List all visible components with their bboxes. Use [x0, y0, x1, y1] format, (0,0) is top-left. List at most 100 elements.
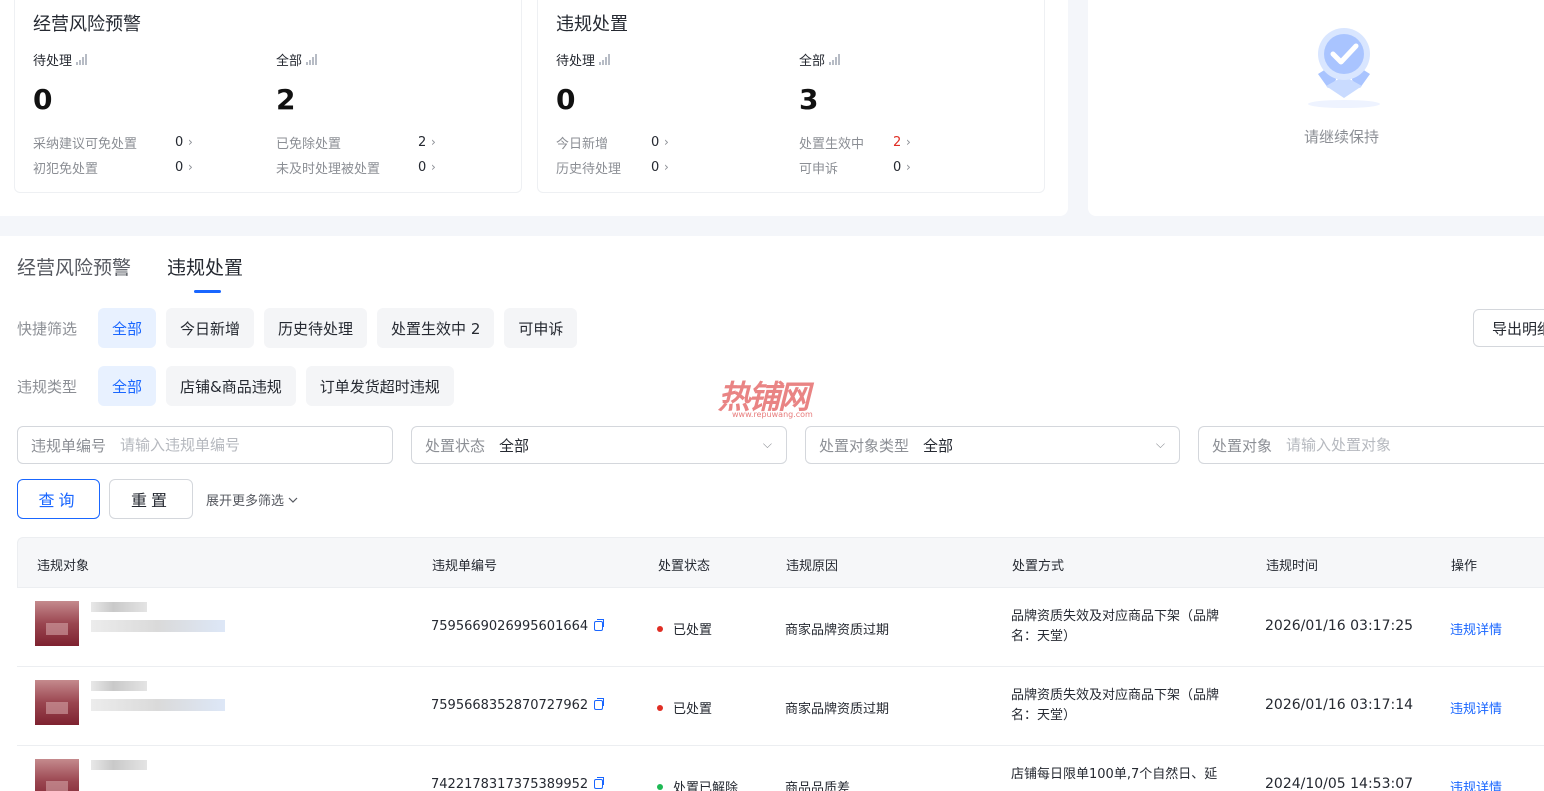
copy-icon[interactable] [594, 777, 605, 789]
sub-label: 可申诉 [799, 161, 839, 177]
column-header: 处置方式 [1012, 559, 1065, 574]
sub-value: 2 [418, 134, 427, 150]
query-button[interactable]: 查询 [17, 479, 100, 519]
tab-violation[interactable]: 违规处置 [167, 253, 243, 293]
sub-metric-row[interactable]: 未及时处理被处置 0 › [276, 158, 436, 177]
export-button[interactable]: 导出明细 [1473, 309, 1544, 347]
object-field[interactable]: 处置对象 [1198, 426, 1544, 464]
all-metric[interactable]: 全部 2 [276, 50, 516, 116]
copy-icon[interactable] [594, 619, 605, 631]
trend-icon[interactable] [306, 53, 319, 65]
sub-value: 0 [893, 159, 902, 175]
detail-link[interactable]: 违规详情 [1450, 698, 1502, 717]
order-number-text: 7595669026995601664 [431, 619, 589, 634]
sub-value: 0 [418, 159, 427, 175]
metric-value: 0 [33, 83, 53, 116]
chip-today-new[interactable]: 今日新增 [166, 308, 255, 348]
sub-label: 今日新增 [556, 136, 609, 152]
order-number: 7595668352870727962 [431, 698, 605, 713]
field-label: 处置对象类型 [819, 436, 910, 455]
blurred-detail [91, 699, 225, 711]
status-select[interactable]: 处置状态 全部 ⌵ [411, 426, 787, 464]
expand-filters-link[interactable]: 展开更多筛选 [206, 490, 298, 509]
copy-icon[interactable] [594, 698, 605, 710]
filter-label: 快捷筛选 [17, 319, 78, 338]
chevron-right-icon: › [188, 135, 193, 149]
order-no-field[interactable]: 违规单编号 [17, 426, 393, 464]
card-title: 经营风险预警 [33, 14, 141, 35]
chip-shipping-timeout[interactable]: 订单发货超时违规 [305, 366, 454, 406]
summary-panel: 经营风险预警 待处理 0 全部 2 采纳建议可免处置 0 › 初犯免处置 0 › 已免除… [0, 0, 1068, 216]
trend-icon[interactable] [599, 53, 612, 65]
all-metric[interactable]: 全部 3 [799, 50, 1039, 116]
sub-value: 0 [175, 134, 184, 150]
pending-metric[interactable]: 待处理 0 [33, 50, 273, 116]
avatar [35, 601, 79, 646]
chevron-down-icon: ⌵ [1155, 437, 1165, 451]
time-cell: 2026/01/16 03:17:25 [1265, 618, 1414, 634]
column-header: 违规对象 [37, 559, 90, 574]
object-type-select[interactable]: 处置对象类型 全部 ⌵ [805, 426, 1180, 464]
main-content: 经营风险预警 违规处置 快捷筛选 全部 今日新增 历史待处理 处置生效中 2 可… [0, 236, 1544, 791]
metric-label: 待处理 [556, 53, 596, 69]
chip-history-pending[interactable]: 历史待处理 [264, 308, 368, 348]
blurred-name [91, 760, 147, 770]
chevron-down-icon [288, 497, 298, 503]
reset-button[interactable]: 重置 [109, 479, 193, 519]
status-text: 已处置 [673, 623, 713, 638]
avatar [35, 680, 79, 725]
order-number: 7422178317375389952 [431, 777, 605, 791]
medal-check-icon [1306, 24, 1382, 110]
card-title: 违规处置 [556, 14, 628, 35]
chip-appealable[interactable]: 可申诉 [504, 308, 578, 348]
tab-risk-warning[interactable]: 经营风险预警 [17, 253, 131, 280]
blurred-detail [91, 620, 225, 632]
status-panel: 请继续保持 [1088, 0, 1544, 216]
object-input[interactable] [1286, 436, 1487, 454]
chip-in-effect[interactable]: 处置生效中 2 [377, 308, 495, 348]
status-cell: 处置已解除 [657, 777, 738, 791]
sub-metric-row[interactable]: 初犯免处置 0 › [33, 158, 193, 177]
violation-table: 违规对象 违规单编号 处置状态 违规原因 处置方式 违规时间 操作 759566… [17, 537, 1544, 791]
order-number-text: 7595668352870727962 [431, 698, 589, 713]
sub-metric-row[interactable]: 采纳建议可免处置 0 › [33, 133, 193, 152]
chevron-down-icon: ⌵ [762, 437, 772, 451]
pending-metric[interactable]: 待处理 0 [556, 50, 796, 116]
metric-value: 2 [276, 83, 296, 116]
status-text: 已处置 [673, 702, 713, 717]
chevron-right-icon: › [431, 135, 436, 149]
trend-icon[interactable] [829, 53, 842, 65]
order-no-input[interactable] [120, 436, 321, 454]
sub-metric-row[interactable]: 已免除处置 2 › [276, 133, 436, 152]
chip-type-all[interactable]: 全部 [98, 366, 157, 406]
violation-card: 违规处置 待处理 0 全部 3 今日新增 0 › 历史待处理 0 › 处置生效中 2 › 可… [537, 0, 1045, 193]
sub-label: 已免除处置 [276, 136, 342, 152]
order-number-text: 7422178317375389952 [431, 777, 589, 791]
field-label: 违规单编号 [31, 436, 107, 455]
chip-all[interactable]: 全部 [98, 308, 157, 348]
status-dot [657, 705, 663, 711]
column-header: 违规原因 [786, 559, 839, 574]
table-row: 7595668352870727962 已处置 商家品牌资质过期 品牌资质失效及… [17, 667, 1544, 746]
tab-bar: 经营风险预警 违规处置 [17, 253, 243, 293]
expand-filters-label: 展开更多筛选 [206, 494, 285, 509]
detail-link[interactable]: 违规详情 [1450, 777, 1502, 791]
sub-metric-row[interactable]: 处置生效中 2 › [799, 133, 911, 152]
chip-store-product[interactable]: 店铺&商品违规 [166, 366, 296, 406]
sub-value: 0 [175, 159, 184, 175]
sub-label: 未及时处理被处置 [276, 161, 381, 177]
sub-metric-row[interactable]: 可申诉 0 › [799, 158, 911, 177]
risk-warning-card: 经营风险预警 待处理 0 全部 2 采纳建议可免处置 0 › 初犯免处置 0 › 已免除… [14, 0, 522, 193]
sub-value: 2 [893, 134, 902, 150]
sub-metric-row[interactable]: 历史待处理 0 › [556, 158, 669, 177]
metric-label: 待处理 [33, 53, 73, 69]
order-number: 7595669026995601664 [431, 619, 605, 634]
select-value: 全部 [923, 436, 954, 455]
sub-value: 0 [651, 134, 660, 150]
detail-link[interactable]: 违规详情 [1450, 619, 1502, 638]
status-dot [657, 626, 663, 632]
chevron-right-icon: › [906, 135, 911, 149]
sub-metric-row[interactable]: 今日新增 0 › [556, 133, 669, 152]
blurred-name [91, 602, 147, 612]
trend-icon[interactable] [76, 53, 89, 65]
